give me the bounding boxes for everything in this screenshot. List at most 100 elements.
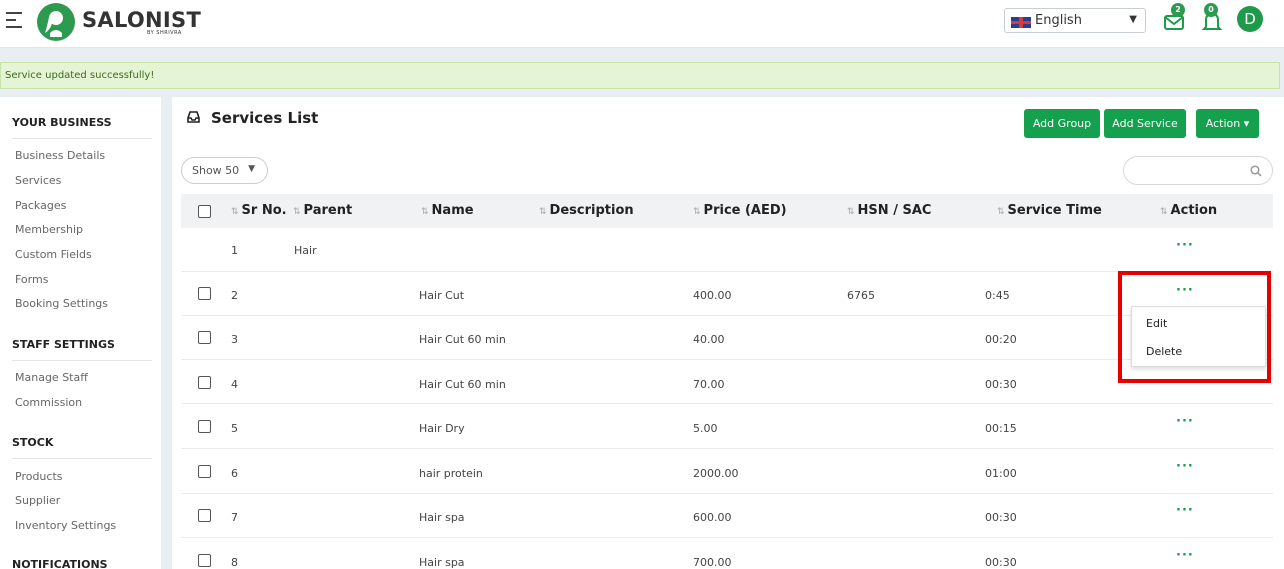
sidebar-item-booking-settings[interactable]: Booking Settings — [15, 297, 108, 310]
table-row: 5 Hair Dry 5.00 00:15 ··· — [181, 405, 1273, 449]
table-row: 1 Hair ··· — [181, 228, 1273, 272]
page-size-select[interactable]: Show 50 ▼ — [181, 157, 268, 184]
page-title: Services List — [187, 109, 318, 127]
cell-sr-no: 7 — [231, 511, 238, 524]
sidebar-heading-your-business: YOUR BUSINESS — [12, 116, 112, 129]
brand-subtitle: BY SHRIVRA — [147, 30, 182, 36]
brand-logo-icon — [37, 3, 75, 41]
chevron-down-icon: ▼ — [1129, 14, 1137, 25]
table-row: 8 Hair spa 700.00 00:30 ··· — [181, 539, 1273, 569]
language-select[interactable]: English ▼ — [1004, 8, 1146, 33]
sidebar-heading-notifications: NOTIFICATIONS — [12, 558, 108, 569]
menu-icon[interactable] — [6, 12, 22, 30]
table-row: 6 hair protein 2000.00 01:00 ··· — [181, 450, 1273, 494]
row-actions-icon[interactable]: ··· — [1176, 414, 1194, 429]
sidebar-item-packages[interactable]: Packages — [15, 199, 66, 212]
cell-sr-no: 6 — [231, 467, 238, 480]
column-header-price[interactable]: ⇅ Price (AED) — [693, 203, 787, 218]
cell-name: hair protein — [419, 467, 483, 480]
add-group-button[interactable]: Add Group — [1024, 109, 1100, 138]
divider — [12, 458, 152, 459]
column-header-name[interactable]: ⇅ Name — [421, 203, 474, 218]
cell-sr-no: 8 — [231, 556, 238, 569]
table-row: 2 Hair Cut 400.00 6765 0:45 ··· — [181, 272, 1273, 316]
sidebar-item-inventory-settings[interactable]: Inventory Settings — [15, 519, 116, 532]
sidebar-item-commission[interactable]: Commission — [15, 396, 82, 409]
column-header-parent[interactable]: ⇅ Parent — [293, 203, 352, 218]
top-bar: SALONIST BY SHRIVRA English ▼ 2 0 D — [0, 0, 1284, 48]
table-row: 3 Hair Cut 60 min 40.00 00:20 — [181, 316, 1273, 360]
sidebar-item-supplier[interactable]: Supplier — [15, 494, 60, 507]
cell-name: Hair spa — [419, 511, 465, 524]
chevron-down-icon: ▼ — [248, 164, 255, 174]
cell-service-time: 00:15 — [985, 422, 1017, 435]
cell-sr-no: 5 — [231, 422, 238, 435]
notifications-count-badge: 0 — [1204, 3, 1218, 17]
sidebar-item-membership[interactable]: Membership — [15, 223, 83, 236]
action-dropdown-button[interactable]: Action ▾ — [1196, 109, 1259, 138]
table-header: ⇅ Sr No. ⇅ Parent ⇅ Name ⇅ Description ⇅ Pric… — [181, 194, 1273, 228]
cell-sr-no: 2 — [231, 289, 238, 302]
cell-price: 70.00 — [693, 378, 725, 391]
table-row: 7 Hair spa 600.00 00:30 ··· — [181, 494, 1273, 538]
cell-service-time: 00:30 — [985, 511, 1017, 524]
sidebar-item-manage-staff[interactable]: Manage Staff — [15, 371, 88, 384]
cell-price: 400.00 — [693, 289, 732, 302]
notifications-button[interactable]: 0 — [1200, 3, 1226, 34]
inbox-tray-icon — [187, 111, 200, 123]
row-actions-icon[interactable]: ··· — [1176, 459, 1194, 474]
cell-name: Hair Cut 60 min — [419, 378, 506, 391]
sidebar-item-services[interactable]: Services — [15, 174, 61, 187]
cell-name: Hair spa — [419, 556, 465, 569]
cell-price: 700.00 — [693, 556, 732, 569]
language-value: English — [1035, 13, 1082, 28]
uk-flag-icon — [1011, 17, 1031, 28]
add-service-button[interactable]: Add Service — [1104, 109, 1186, 138]
sidebar: YOUR BUSINESS Business Details Services … — [0, 97, 161, 569]
row-actions-icon[interactable]: ··· — [1176, 238, 1194, 253]
sidebar-item-products[interactable]: Products — [15, 470, 63, 483]
sidebar-item-custom-fields[interactable]: Custom Fields — [15, 248, 92, 261]
search-input[interactable] — [1123, 156, 1273, 185]
column-header-service-time[interactable]: ⇅ Service Time — [997, 203, 1102, 218]
divider — [12, 138, 152, 139]
cell-price: 600.00 — [693, 511, 732, 524]
cell-name: Hair Cut 60 min — [419, 333, 506, 346]
messages-count-badge: 2 — [1171, 3, 1185, 17]
brand-name: SALONIST — [82, 8, 202, 32]
row-checkbox[interactable] — [198, 287, 211, 300]
highlight-box — [1118, 271, 1271, 383]
page-size-value: Show 50 — [192, 164, 240, 177]
cell-price: 5.00 — [693, 422, 718, 435]
row-checkbox[interactable] — [198, 554, 211, 567]
cell-service-time: 00:20 — [985, 333, 1017, 346]
page-title-text: Services List — [211, 109, 319, 127]
column-header-sr-no[interactable]: ⇅ Sr No. — [231, 203, 287, 218]
row-checkbox[interactable] — [198, 331, 211, 344]
cell-service-time: 00:30 — [985, 378, 1017, 391]
messages-button[interactable]: 2 — [1162, 3, 1188, 34]
cell-service-time: 00:30 — [985, 556, 1017, 569]
cell-price: 2000.00 — [693, 467, 739, 480]
table-row: 4 Hair Cut 60 min 70.00 00:30 — [181, 360, 1273, 404]
sidebar-item-business-details[interactable]: Business Details — [15, 149, 105, 162]
sidebar-heading-staff-settings: STAFF SETTINGS — [12, 338, 115, 351]
sidebar-item-forms[interactable]: Forms — [15, 273, 48, 286]
row-checkbox[interactable] — [198, 420, 211, 433]
cell-name: Hair Dry — [419, 422, 465, 435]
select-all-checkbox[interactable] — [198, 205, 211, 218]
row-checkbox[interactable] — [198, 465, 211, 478]
column-header-action: ⇅ Action — [1160, 203, 1218, 218]
cell-sr-no: 1 — [231, 244, 238, 257]
cell-service-time: 0:45 — [985, 289, 1010, 302]
column-header-description[interactable]: ⇅ Description — [539, 203, 634, 218]
column-header-hsn-sac[interactable]: ⇅ HSN / SAC — [847, 203, 931, 218]
row-actions-icon[interactable]: ··· — [1176, 503, 1194, 518]
row-checkbox[interactable] — [198, 376, 211, 389]
cell-hsn-sac: 6765 — [847, 289, 875, 302]
user-avatar[interactable]: D — [1237, 6, 1263, 32]
cell-price: 40.00 — [693, 333, 725, 346]
row-checkbox[interactable] — [198, 509, 211, 522]
row-actions-icon[interactable]: ··· — [1176, 548, 1194, 563]
sidebar-heading-stock: STOCK — [12, 436, 54, 449]
